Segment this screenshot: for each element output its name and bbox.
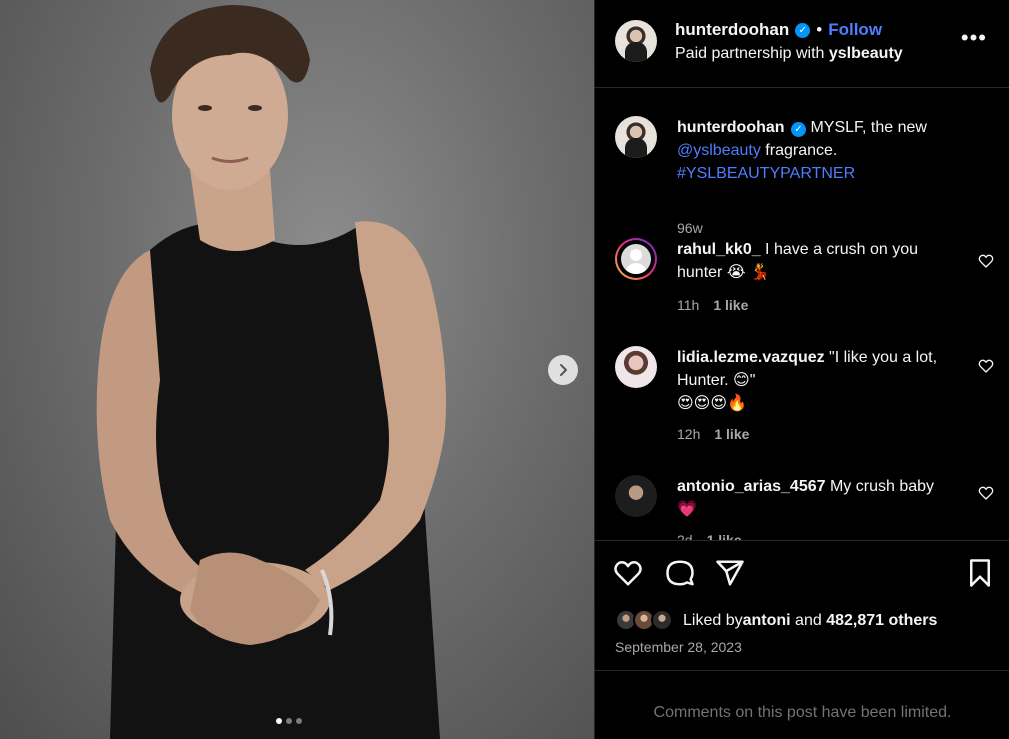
post-header: hunterdoohan ✓ • Follow Paid partnership…: [595, 0, 1009, 88]
comment-text: My crush baby: [825, 478, 935, 495]
verified-badge-icon: ✓: [791, 122, 806, 137]
like-comment-heart-icon[interactable]: [978, 253, 994, 269]
post-photo: [96, 5, 446, 739]
next-image-button[interactable]: [548, 355, 578, 385]
caption-author-avatar[interactable]: [615, 116, 657, 158]
carousel-dot: [286, 718, 292, 724]
comment-body: lidia.lezme.vazquez "I like you a lot, H…: [677, 346, 967, 415]
liked-by-mid: and: [790, 612, 827, 629]
comment-username[interactable]: rahul_kk0_: [677, 241, 761, 258]
liked-by-user[interactable]: antoni: [743, 612, 791, 630]
caption-text: MYSLF, the new: [806, 119, 927, 136]
like-heart-icon[interactable]: [613, 558, 643, 588]
partnership-label: Paid partnership with yslbeauty: [675, 45, 903, 63]
separator-dot: •: [816, 20, 823, 39]
carousel-indicator: [276, 718, 302, 724]
verified-badge-icon: ✓: [795, 22, 811, 38]
caption-username[interactable]: hunterdoohan: [677, 119, 785, 136]
likes-summary[interactable]: Liked by antoni and 482,871 others: [615, 609, 937, 633]
share-send-icon[interactable]: [715, 558, 745, 588]
comment-meta: 12h 1 like: [677, 426, 749, 442]
caption-body: hunterdoohan ✓ MYSLF, the new @yslbeauty…: [677, 116, 967, 185]
comment-time: 2d: [677, 532, 693, 540]
caption-time: 96w: [677, 220, 703, 236]
partner-link[interactable]: yslbeauty: [829, 45, 903, 62]
commenter-avatar[interactable]: [615, 346, 657, 388]
comment-likes[interactable]: 1 like: [707, 532, 742, 540]
follow-button[interactable]: Follow: [828, 20, 882, 40]
hashtag-link[interactable]: #YSLBEAUTYPARTNER: [677, 165, 855, 182]
comment-body: antonio_arias_4567 My crush baby 💗: [677, 475, 967, 521]
liked-by-prefix: Liked by: [683, 612, 743, 629]
comment-meta: 2d 1 like: [677, 532, 742, 540]
comments-limited-notice: Comments on this post have been limited.: [595, 670, 1009, 739]
comment-bubble-icon[interactable]: [665, 558, 695, 588]
mention-link[interactable]: @yslbeauty: [677, 142, 761, 159]
like-comment-heart-icon[interactable]: [978, 485, 994, 501]
liker-avatar: [651, 609, 673, 631]
comment-username[interactable]: lidia.lezme.vazquez: [677, 349, 825, 366]
post-actions: Liked by antoni and 482,871 others Septe…: [595, 540, 1009, 670]
comment-likes[interactable]: 1 like: [714, 426, 749, 442]
carousel-dot: [296, 718, 302, 724]
commenter-avatar[interactable]: [615, 475, 657, 517]
liked-by-count[interactable]: 482,871 others: [826, 612, 937, 630]
comment-meta: 11h 1 like: [677, 297, 748, 313]
author-username[interactable]: hunterdoohan: [675, 20, 789, 40]
chevron-right-icon: [560, 364, 567, 376]
comment-body: rahul_kk0_ I have a crush on you hunter …: [677, 238, 967, 284]
carousel-dot: [276, 718, 282, 724]
partnership-prefix: Paid partnership with: [675, 45, 829, 62]
post-date: September 28, 2023: [615, 639, 742, 655]
more-options-icon[interactable]: •••: [961, 27, 987, 49]
save-bookmark-icon[interactable]: [965, 558, 995, 588]
post-side-panel: hunterdoohan ✓ • Follow Paid partnership…: [594, 0, 1009, 739]
comment-username[interactable]: antonio_arias_4567: [677, 478, 826, 495]
comment-time: 12h: [677, 426, 701, 442]
like-comment-heart-icon[interactable]: [978, 358, 994, 374]
comment-emoji-line: 💗: [677, 501, 697, 518]
comment-emoji-line: 😍😍😍🔥: [677, 395, 747, 412]
caption-text-2: fragrance.: [760, 142, 838, 159]
post-media[interactable]: [0, 0, 594, 739]
author-line: hunterdoohan ✓ • Follow: [675, 20, 882, 40]
commenter-avatar[interactable]: [615, 238, 657, 280]
comment-time: 11h: [677, 297, 700, 313]
liker-avatars: [615, 609, 677, 633]
author-avatar[interactable]: [615, 20, 657, 62]
comments-list[interactable]: hunterdoohan ✓ MYSLF, the new @yslbeauty…: [595, 88, 1009, 540]
comment-likes[interactable]: 1 like: [713, 297, 748, 313]
